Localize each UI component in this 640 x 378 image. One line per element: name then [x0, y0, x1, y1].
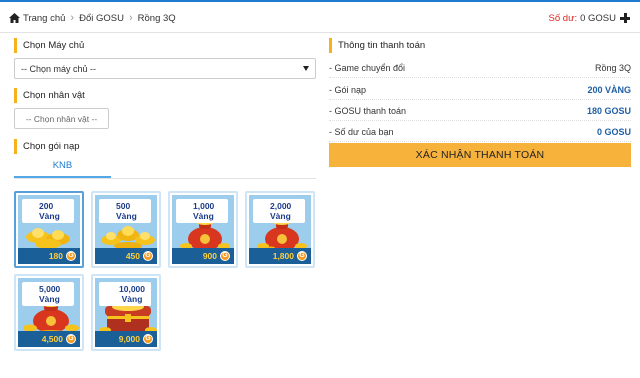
package-price: 9,000: [118, 334, 140, 344]
tab-knb[interactable]: KNB: [14, 160, 111, 179]
gosu-coin-icon: G: [66, 251, 76, 261]
package-price: 1,800: [272, 251, 294, 261]
payment-row-value: 180 GOSU: [586, 105, 631, 116]
character-select[interactable]: -- Chọn nhân vật --: [14, 108, 109, 129]
package-card-1000[interactable]: 1,000 Vàng 900 G: [168, 191, 238, 268]
breadcrumb-item-doi-gosu[interactable]: Đổi GOSU: [79, 13, 124, 24]
payment-row-value: 0 GOSU: [596, 126, 631, 137]
payment-row-balance: - Số dư của bạn 0 GOSU: [329, 122, 631, 142]
payment-row-key: - Số dư của bạn: [329, 126, 394, 137]
package-card-10000[interactable]: 10,000 Vàng 9,000 G: [91, 274, 161, 351]
tab-underline: [14, 178, 316, 179]
package-label: 10,000 Vàng: [99, 282, 151, 306]
breadcrumb: Trang chủ › Đổi GOSU › Rồng 3Q: [9, 11, 176, 25]
balance-label: Số dư:: [548, 12, 578, 24]
package-card-2000[interactable]: 2,000 Vàng 1,800 G: [245, 191, 315, 268]
package-card-500[interactable]: 500 Vàng 450 G: [91, 191, 161, 268]
breadcrumb-item-current: Rồng 3Q: [137, 12, 176, 24]
package-section-title: Chọn gói nạp: [14, 139, 80, 154]
payment-row-gosu: - GOSU thanh toán 180 GOSU: [329, 101, 631, 121]
gosu-coin-icon: G: [66, 334, 76, 344]
breadcrumb-home[interactable]: Trang chủ: [23, 13, 65, 24]
treasure-chest-image: [97, 302, 157, 333]
package-card-200[interactable]: 200 Vàng 180 G: [14, 191, 84, 268]
server-select-value: -- Chọn máy chủ --: [21, 63, 97, 74]
package-label: 500 Vàng: [99, 199, 151, 223]
server-select[interactable]: -- Chọn máy chủ --: [14, 58, 316, 79]
payment-row-key: - Gói nạp: [329, 84, 367, 95]
gosu-coin-icon: G: [220, 251, 230, 261]
header-divider: [0, 32, 640, 33]
package-label: 2,000 Vàng: [253, 199, 305, 223]
home-icon[interactable]: [9, 13, 20, 23]
package-price: 180: [48, 251, 63, 261]
payment-section-title: Thông tin thanh toán: [329, 38, 425, 53]
package-card-5000[interactable]: 5,000 Vàng 4,500 G: [14, 274, 84, 351]
gosu-coin-icon: G: [297, 251, 307, 261]
caret-down-icon: [303, 66, 309, 71]
plus-icon[interactable]: [620, 13, 630, 23]
package-label: 5,000 Vàng: [22, 282, 74, 306]
character-select-value: -- Chọn nhân vật --: [25, 113, 98, 124]
chevron-right-icon: ›: [70, 12, 75, 24]
gosu-coin-icon: G: [143, 251, 153, 261]
package-label: 200 Vàng: [22, 199, 74, 223]
payment-row-game: - Game chuyển đổi Rồng 3Q: [329, 58, 631, 78]
confirm-payment-button[interactable]: XÁC NHẬN THANH TOÁN: [329, 143, 631, 167]
payment-row-value: 200 VÀNG: [587, 84, 631, 95]
package-price: 900: [202, 251, 217, 261]
chevron-right-icon: ›: [128, 12, 133, 24]
package-label: 1,000 Vàng: [176, 199, 228, 223]
gosu-coin-icon: G: [143, 334, 153, 344]
balance-value: 0 GOSU: [580, 12, 616, 24]
balance-indicator: Số dư: 0 GOSU: [549, 11, 630, 25]
character-section-title: Chọn nhân vật: [14, 88, 85, 103]
payment-row-key: - Game chuyển đổi: [329, 62, 406, 73]
payment-row-value: Rồng 3Q: [594, 62, 631, 73]
top-accent-bar: [0, 0, 640, 2]
payment-row-key: - GOSU thanh toán: [329, 105, 407, 116]
package-price: 4,500: [41, 334, 63, 344]
package-price: 450: [125, 251, 140, 261]
server-section-title: Chọn Máy chủ: [14, 38, 84, 53]
payment-row-package: - Gói nạp 200 VÀNG: [329, 80, 631, 100]
